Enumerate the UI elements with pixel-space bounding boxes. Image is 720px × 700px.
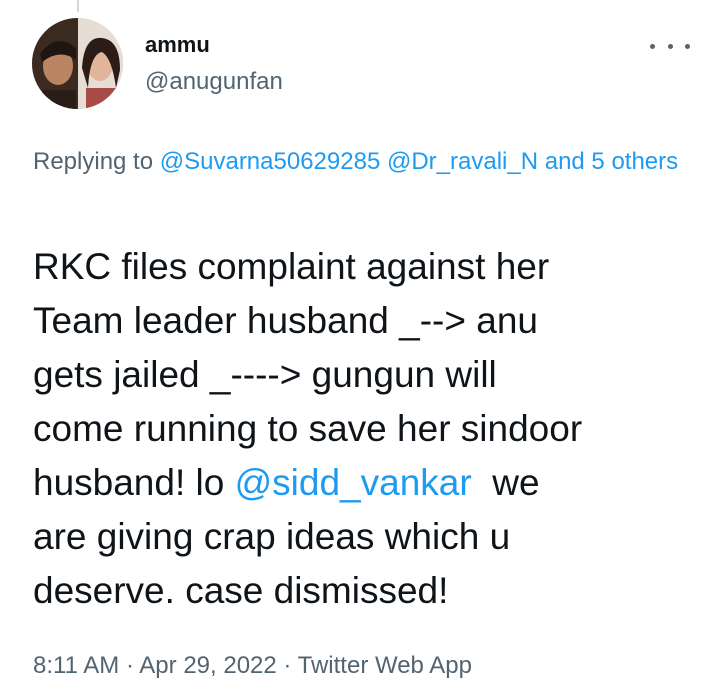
reply-mention-suvarna[interactable]: @Suvarna50629285 [160, 148, 381, 175]
more-options-icon[interactable] [650, 38, 690, 54]
tweet-line: Team leader husband _--> anu [33, 300, 538, 341]
replying-to: Replying to @Suvarna50629285 @Dr_ravali_… [33, 142, 693, 181]
thread-connector-line [77, 0, 79, 12]
meta-separator: · [276, 652, 298, 679]
dot [650, 43, 655, 49]
tweet-timestamp-date[interactable]: Apr 29, 2022 [139, 652, 276, 679]
tweet-line: RKC files complaint against her [33, 246, 550, 287]
tweet-mention-sidd-vankar[interactable]: @sidd_vankar [235, 462, 472, 503]
avatar[interactable] [32, 18, 123, 109]
replying-to-prefix: Replying to [33, 148, 160, 175]
avatar-image [32, 18, 123, 109]
tweet-timestamp-time[interactable]: 8:11 AM [33, 652, 119, 679]
reply-mention-dr-ravali[interactable]: @Dr_ravali_N [387, 148, 538, 175]
reply-others-link[interactable]: and 5 others [545, 148, 678, 175]
author-display-name[interactable]: ammu [145, 30, 210, 60]
tweet-source[interactable]: Twitter Web App [298, 652, 472, 679]
tweet-line: we [471, 462, 540, 503]
dot [667, 43, 673, 49]
tweet-line: come running to save her sindoor [33, 408, 583, 449]
tweet-text: RKC files complaint against her Team lea… [33, 240, 703, 618]
tweet-meta: 8:11 AM · Apr 29, 2022 · Twitter Web App [33, 648, 472, 684]
author-handle[interactable]: @anugunfan [145, 66, 283, 98]
tweet-line: gets jailed _----> gungun will [33, 354, 497, 395]
dot [685, 43, 690, 49]
meta-separator: · [119, 652, 140, 679]
tweet-line: husband! lo [33, 462, 235, 503]
tweet-line: deserve. case dismissed! [33, 570, 449, 611]
tweet-line: are giving crap ideas which u [33, 516, 511, 557]
